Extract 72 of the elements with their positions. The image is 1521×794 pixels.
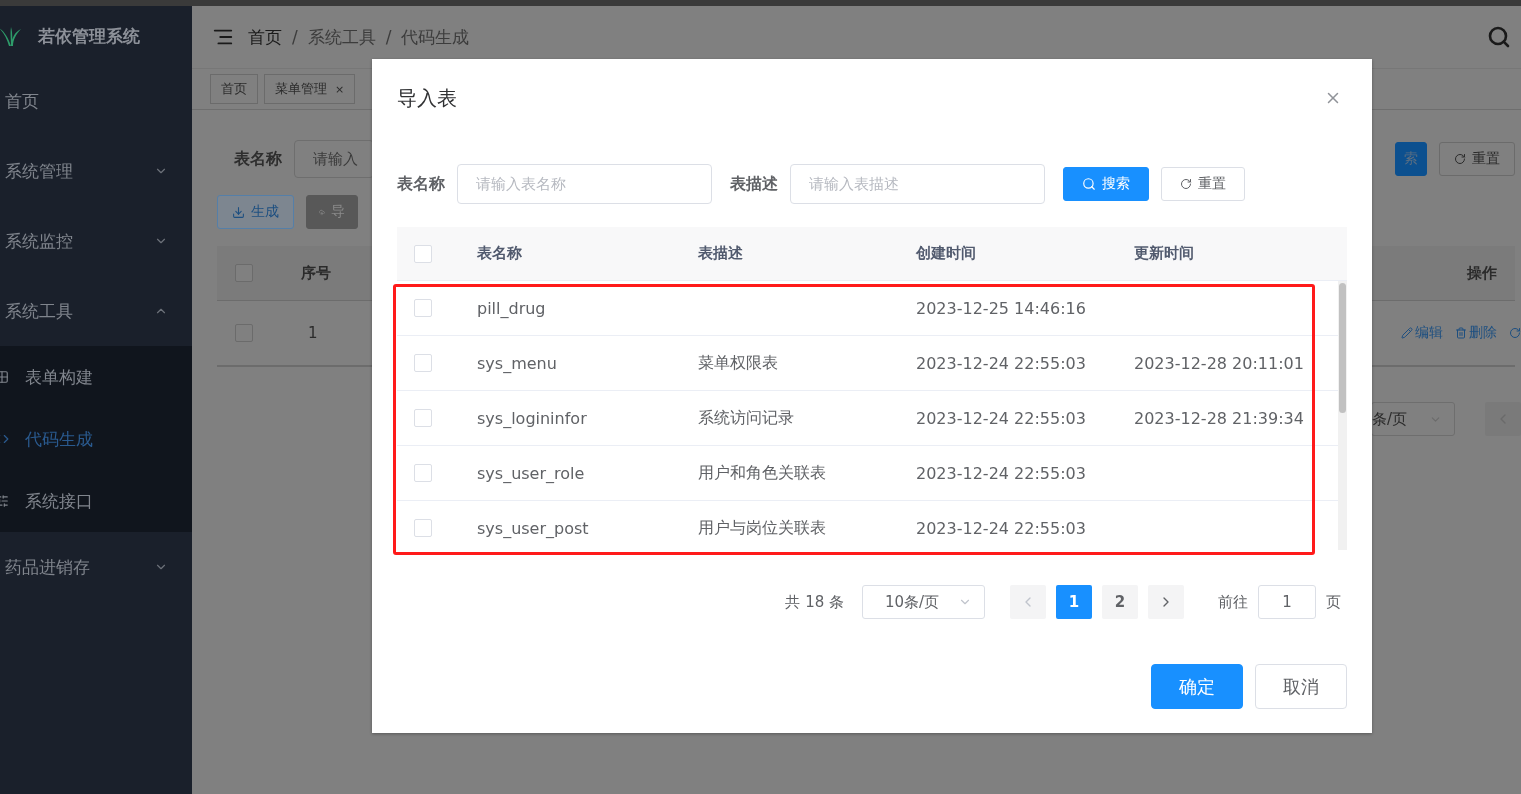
app-title: 若依管理系统: [38, 24, 140, 48]
table-cell-text: sys_user_post: [477, 518, 590, 538]
sidebar-item[interactable]: 系统工具: [0, 276, 192, 346]
table-cell-text: 2023-12-24 22:55:03: [916, 518, 1087, 538]
next-page-button[interactable]: [1148, 585, 1184, 619]
submenu-item[interactable]: 代码生成: [0, 408, 192, 470]
input-field[interactable]: 请输入表名称: [457, 164, 712, 204]
page-suffix: 页: [1326, 592, 1341, 612]
cancel-button[interactable]: 取消: [1255, 664, 1347, 709]
column-header: 表名称: [477, 244, 523, 263]
pencil-icon: [1401, 327, 1413, 339]
total-count: 共 18 条: [785, 592, 844, 612]
delete-link[interactable]: 删除: [1455, 324, 1497, 342]
page-size-select[interactable]: 条/页: [1371, 402, 1455, 436]
table-cell-text: sys_logininfor: [477, 408, 588, 428]
breadcrumb-separator: /: [385, 27, 392, 47]
table-cell-text: 2023-12-28 21:39:34: [1134, 408, 1305, 428]
search-icon[interactable]: [1487, 25, 1511, 49]
table-cell-text: 2023-12-24 22:55:03: [916, 353, 1087, 373]
search-icon: [1082, 177, 1096, 191]
generate-button[interactable]: 生成: [217, 195, 294, 229]
sidebar-item[interactable]: 药品进销存: [0, 532, 192, 602]
reset-button[interactable]: 重置: [1161, 167, 1245, 201]
breadcrumb-item[interactable]: 首页: [248, 25, 282, 49]
page-size-select[interactable]: 10条/页: [862, 585, 985, 619]
scrollbar[interactable]: [1338, 281, 1347, 550]
column-header: 表描述: [698, 244, 744, 263]
column-header: 创建时间: [916, 244, 977, 263]
table-cell-text: sys_user_role: [477, 463, 586, 483]
refresh-icon: [1454, 153, 1466, 165]
table-cell-text: 2023-12-24 22:55:03: [916, 463, 1087, 483]
refresh-icon: [1180, 178, 1192, 190]
column-header: 操作: [1467, 263, 1497, 283]
download-icon: [232, 205, 245, 219]
field-label: 表名称: [233, 148, 282, 170]
refresh-icon[interactable]: [1509, 327, 1521, 339]
sidebar-item[interactable]: 首页: [0, 66, 192, 136]
field-label: 表名称: [397, 173, 445, 195]
search-button[interactable]: 搜索: [1063, 167, 1149, 201]
goto-label: 前往: [1218, 592, 1248, 612]
breadcrumb-item[interactable]: 系统工具: [307, 25, 376, 49]
trash-icon: [1455, 327, 1467, 339]
table-cell-text: 菜单权限表: [698, 352, 779, 374]
reset-button[interactable]: 重置: [1439, 142, 1515, 176]
page-input[interactable]: 1: [1258, 585, 1316, 619]
table-cell-text: 2023-12-28 20:11:01: [1134, 353, 1305, 373]
tag[interactable]: 首页: [210, 74, 258, 104]
submenu-item[interactable]: 表单构建: [0, 346, 192, 408]
column-header: 序号: [301, 263, 331, 283]
page-button[interactable]: 2: [1102, 585, 1138, 619]
sidebar-item[interactable]: 系统管理: [0, 136, 192, 206]
table-cell-text: 用户与岗位关联表: [698, 517, 827, 539]
sidebar-item[interactable]: 系统监控: [0, 206, 192, 276]
table-cell-text: pill_drug: [477, 298, 547, 318]
input-field[interactable]: 请输入表描述: [790, 164, 1045, 204]
table-cell-text: 2023-12-25 14:46:16: [916, 298, 1087, 318]
tag[interactable]: 菜单管理 ×: [264, 74, 356, 104]
breadcrumb-item: 代码生成: [401, 25, 470, 49]
confirm-button[interactable]: 确定: [1151, 664, 1243, 709]
breadcrumb-separator: /: [292, 27, 298, 47]
table-cell-text: 用户和角色关联表: [698, 462, 827, 484]
table-cell-text: 系统访问记录: [698, 407, 795, 429]
page-button[interactable]: 1: [1056, 585, 1092, 619]
table-cell-text: 2023-12-24 22:55:03: [916, 408, 1087, 428]
dialog-title: 导入表: [397, 84, 457, 112]
table-cell: 1: [308, 324, 318, 342]
table-cell-text: sys_menu: [477, 353, 558, 373]
field-label: 表描述: [730, 173, 778, 195]
edit-link[interactable]: 编辑: [1401, 324, 1443, 342]
submenu-item[interactable]: 系统接口: [0, 470, 192, 532]
column-header: 更新时间: [1134, 244, 1195, 263]
prev-page-button[interactable]: [1010, 585, 1046, 619]
